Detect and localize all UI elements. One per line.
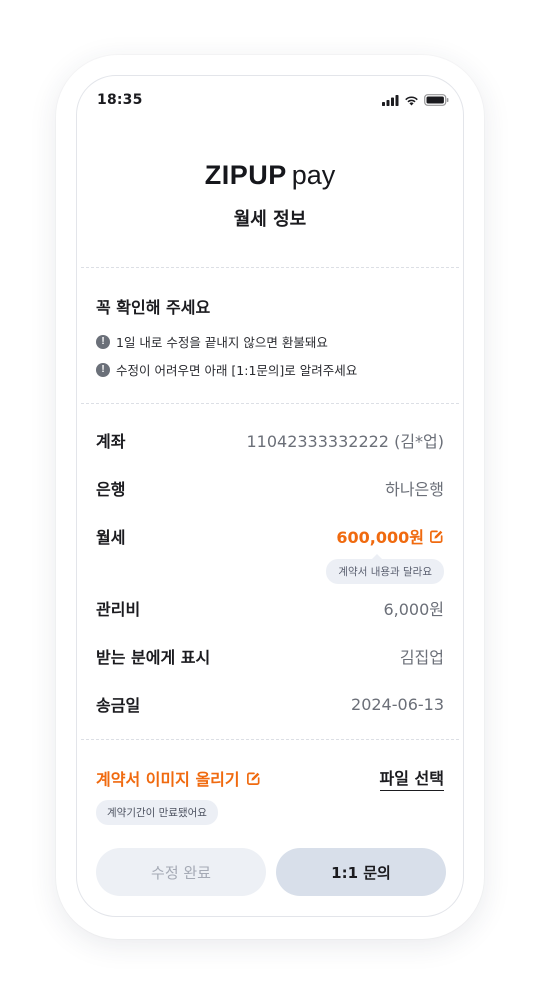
detail-row-rent: 월세 600,000원	[96, 524, 444, 548]
edit-pencil-icon	[246, 772, 260, 785]
exclamation-circle-icon: !	[96, 362, 110, 377]
detail-label: 관리비	[96, 600, 141, 619]
section-divider	[81, 267, 459, 268]
notice-item: ! 수정이 어려우면 아래 [1:1문의]로 알려주세요	[96, 360, 357, 379]
edit-pencil-icon[interactable]	[429, 529, 444, 544]
detail-value: 2024-06-13	[351, 694, 444, 714]
exclamation-circle-icon: !	[96, 334, 110, 349]
contract-expired-badge: 계약기간이 만료됐어요	[96, 800, 218, 825]
rent-value-edit[interactable]: 600,000원	[336, 524, 444, 548]
detail-value: 600,000원	[336, 528, 424, 547]
detail-label: 송금일	[96, 696, 141, 715]
phone-screen: 18:35 ZIPUP pay 월세 정보 꼭 확인해 주세요 ! 1일 내로 …	[76, 75, 464, 917]
status-time: 18:35	[97, 92, 143, 108]
section-divider	[81, 403, 459, 404]
rent-mismatch-tooltip: 계약서 내용과 달라요	[326, 554, 444, 584]
detail-label: 받는 분에게 표시	[96, 648, 211, 667]
detail-label: 월세	[96, 528, 126, 547]
logo-brand: ZIPUP	[204, 160, 287, 190]
detail-label: 은행	[96, 480, 126, 499]
edit-complete-button[interactable]: 수정 완료	[96, 848, 266, 896]
page-title: 월세 정보	[233, 209, 307, 230]
zipup-pay-logo: ZIPUP pay	[77, 160, 463, 191]
status-icons	[382, 94, 449, 106]
cellular-signal-icon	[382, 94, 399, 106]
notice-item-text: 1일 내로 수정을 끝내지 않으면 환불돼요	[116, 335, 328, 350]
detail-row-transfer-date: 송금일 2024-06-13	[96, 692, 444, 716]
detail-value: 11042333332222 (김*업)	[246, 432, 444, 451]
detail-row-bank: 은행 하나은행	[96, 476, 444, 500]
notice-item-text: 수정이 어려우면 아래 [1:1문의]로 알려주세요	[116, 363, 358, 378]
file-select-link[interactable]: 파일 선택	[379, 765, 444, 791]
notice-title: 꼭 확인해 주세요	[96, 298, 211, 317]
detail-value: 하나은행	[385, 480, 444, 499]
detail-row-recipient-display: 받는 분에게 표시 김집업	[96, 644, 444, 668]
notice-item: ! 1일 내로 수정을 끝내지 않으면 환불돼요	[96, 332, 328, 351]
detail-row-account: 계좌 11042333332222 (김*업)	[96, 428, 444, 452]
detail-value: 김집업	[399, 648, 444, 667]
one-on-one-inquiry-button[interactable]: 1:1 문의	[276, 848, 446, 896]
upload-contract-image[interactable]: 계약서 이미지 올리기	[96, 766, 261, 790]
upload-label-text: 계약서 이미지 올리기	[96, 770, 240, 789]
detail-value: 6,000원	[383, 600, 444, 619]
battery-icon	[424, 94, 449, 106]
detail-label: 계좌	[96, 432, 126, 451]
logo-suffix: pay	[291, 160, 336, 190]
section-divider	[81, 739, 459, 740]
wifi-icon	[405, 95, 418, 105]
detail-row-fee: 관리비 6,000원	[96, 596, 444, 620]
